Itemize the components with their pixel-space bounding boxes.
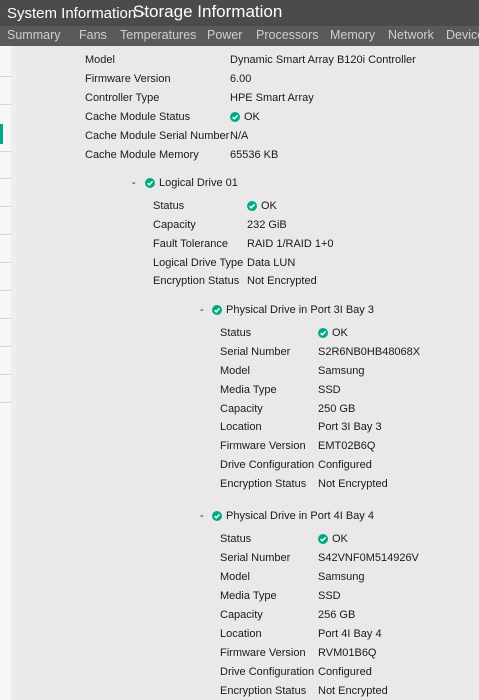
- ld-type-label: Logical Drive Type: [153, 257, 244, 269]
- tab-temperatures[interactable]: Temperatures: [120, 28, 196, 42]
- logical-drive-title[interactable]: Logical Drive 01: [159, 176, 238, 190]
- ok-status-icon: [230, 112, 240, 122]
- nav-divider: [0, 178, 11, 179]
- pd-serial-value: S2R6NB0HB48068X: [318, 346, 421, 358]
- tab-summary[interactable]: Summary: [7, 28, 60, 42]
- controller-firmware-value: 6.00: [230, 73, 252, 85]
- cache-status-label: Cache Module Status: [85, 111, 191, 123]
- pd-config-value: Configured: [318, 666, 372, 678]
- page-subtitle: Storage Information: [133, 2, 283, 21]
- nav-divider: [0, 104, 11, 105]
- nav-divider: [0, 346, 11, 347]
- ld-encryption-label: Encryption Status: [153, 275, 240, 287]
- pd-capacity-label: Capacity: [220, 403, 263, 415]
- pd-media-value: SSD: [318, 590, 341, 602]
- controller-firmware-label: Firmware Version: [85, 73, 171, 85]
- controller-type-label: Controller Type: [85, 92, 160, 104]
- pd-model-label: Model: [220, 571, 250, 583]
- page-title: System Information -: [7, 5, 146, 22]
- ld-capacity-value: 232 GiB: [247, 219, 287, 231]
- pd-config-value: Configured: [318, 459, 372, 471]
- nav-divider: [0, 234, 11, 235]
- pd-model-value: Samsung: [318, 365, 365, 377]
- ld-encryption-value: Not Encrypted: [247, 275, 317, 287]
- ok-status-icon: [212, 511, 222, 521]
- cache-serial-label: Cache Module Serial Number: [85, 130, 230, 142]
- nav-divider: [0, 318, 11, 319]
- ok-status-icon: [212, 305, 222, 315]
- ld-fault-value: RAID 1/RAID 1+0: [247, 238, 334, 250]
- pd-capacity-label: Capacity: [220, 609, 263, 621]
- pd-firmware-value: EMT02B6Q: [318, 440, 376, 452]
- tab-fans[interactable]: Fans: [79, 28, 107, 42]
- pd-media-label: Media Type: [220, 384, 277, 396]
- pd-capacity-value: 250 GB: [318, 403, 356, 415]
- tab-power[interactable]: Power: [207, 28, 242, 42]
- collapse-toggle[interactable]: -: [200, 509, 204, 523]
- nav-selected-indicator: [0, 124, 3, 144]
- pd-media-label: Media Type: [220, 590, 277, 602]
- pd-location-value: Port 4I Bay 4: [318, 628, 382, 640]
- nav-divider: [0, 262, 11, 263]
- pd-status-label: Status: [220, 533, 252, 545]
- nav-divider: [0, 290, 11, 291]
- pd-serial-value: S42VNF0M514926V: [318, 552, 419, 564]
- pd-encryption-value: Not Encrypted: [318, 478, 388, 490]
- pd-serial-label: Serial Number: [220, 346, 291, 358]
- tab-network[interactable]: Network: [388, 28, 434, 42]
- physical-drive-title[interactable]: Physical Drive in Port 4I Bay 4: [226, 509, 374, 523]
- ok-status-icon: [318, 328, 328, 338]
- nav-divider: [0, 76, 11, 77]
- nav-divider: [0, 374, 11, 375]
- physical-drive-title[interactable]: Physical Drive in Port 3I Bay 3: [226, 303, 374, 317]
- ld-status-label: Status: [153, 200, 185, 212]
- pd-location-value: Port 3I Bay 3: [318, 421, 382, 433]
- tab-bar: Summary Fans Temperatures Power Processo…: [0, 26, 479, 46]
- title-bar: System Information - Storage Information: [0, 0, 479, 26]
- cache-serial-value: N/A: [230, 130, 249, 142]
- pd-config-label: Drive Configuration: [220, 459, 315, 471]
- ok-status-icon: [318, 534, 328, 544]
- ok-status-icon: [145, 178, 155, 188]
- nav-divider: [0, 151, 11, 152]
- pd-config-label: Drive Configuration: [220, 666, 315, 678]
- pd-status-value: OK: [332, 327, 348, 339]
- ld-type-value: Data LUN: [247, 257, 296, 269]
- pd-model-value: Samsung: [318, 571, 365, 583]
- ok-status-icon: [247, 201, 257, 211]
- pd-serial-label: Serial Number: [220, 552, 291, 564]
- cache-memory-label: Cache Module Memory: [85, 149, 199, 161]
- controller-type-value: HPE Smart Array: [230, 92, 314, 104]
- controller-model-value: Dynamic Smart Array B120i Controller: [230, 54, 416, 66]
- controller-model-label: Model: [85, 54, 115, 66]
- pd-capacity-value: 256 GB: [318, 609, 356, 621]
- collapse-toggle[interactable]: -: [200, 303, 204, 317]
- pd-location-label: Location: [220, 628, 262, 640]
- ld-capacity-label: Capacity: [153, 219, 196, 231]
- pd-encryption-value: Not Encrypted: [318, 685, 388, 697]
- ld-status-value: OK: [261, 200, 277, 212]
- tab-memory[interactable]: Memory: [330, 28, 375, 42]
- pd-firmware-value: RVM01B6Q: [318, 647, 377, 659]
- pd-encryption-label: Encryption Status: [220, 478, 307, 490]
- pd-encryption-label: Encryption Status: [220, 685, 307, 697]
- pd-media-value: SSD: [318, 384, 341, 396]
- tab-processors[interactable]: Processors: [256, 28, 319, 42]
- pd-firmware-label: Firmware Version: [220, 440, 306, 452]
- ld-fault-label: Fault Tolerance: [153, 238, 229, 250]
- pd-firmware-label: Firmware Version: [220, 647, 306, 659]
- left-navigation-strip: [0, 46, 11, 700]
- tab-device[interactable]: Device: [446, 28, 479, 42]
- pd-status-label: Status: [220, 327, 252, 339]
- pd-model-label: Model: [220, 365, 250, 377]
- collapse-toggle[interactable]: -: [132, 176, 136, 190]
- nav-divider: [0, 402, 11, 403]
- pd-location-label: Location: [220, 421, 262, 433]
- cache-status-value: OK: [244, 111, 260, 123]
- nav-divider: [0, 206, 11, 207]
- cache-memory-value: 65536 KB: [230, 149, 279, 161]
- pd-status-value: OK: [332, 533, 348, 545]
